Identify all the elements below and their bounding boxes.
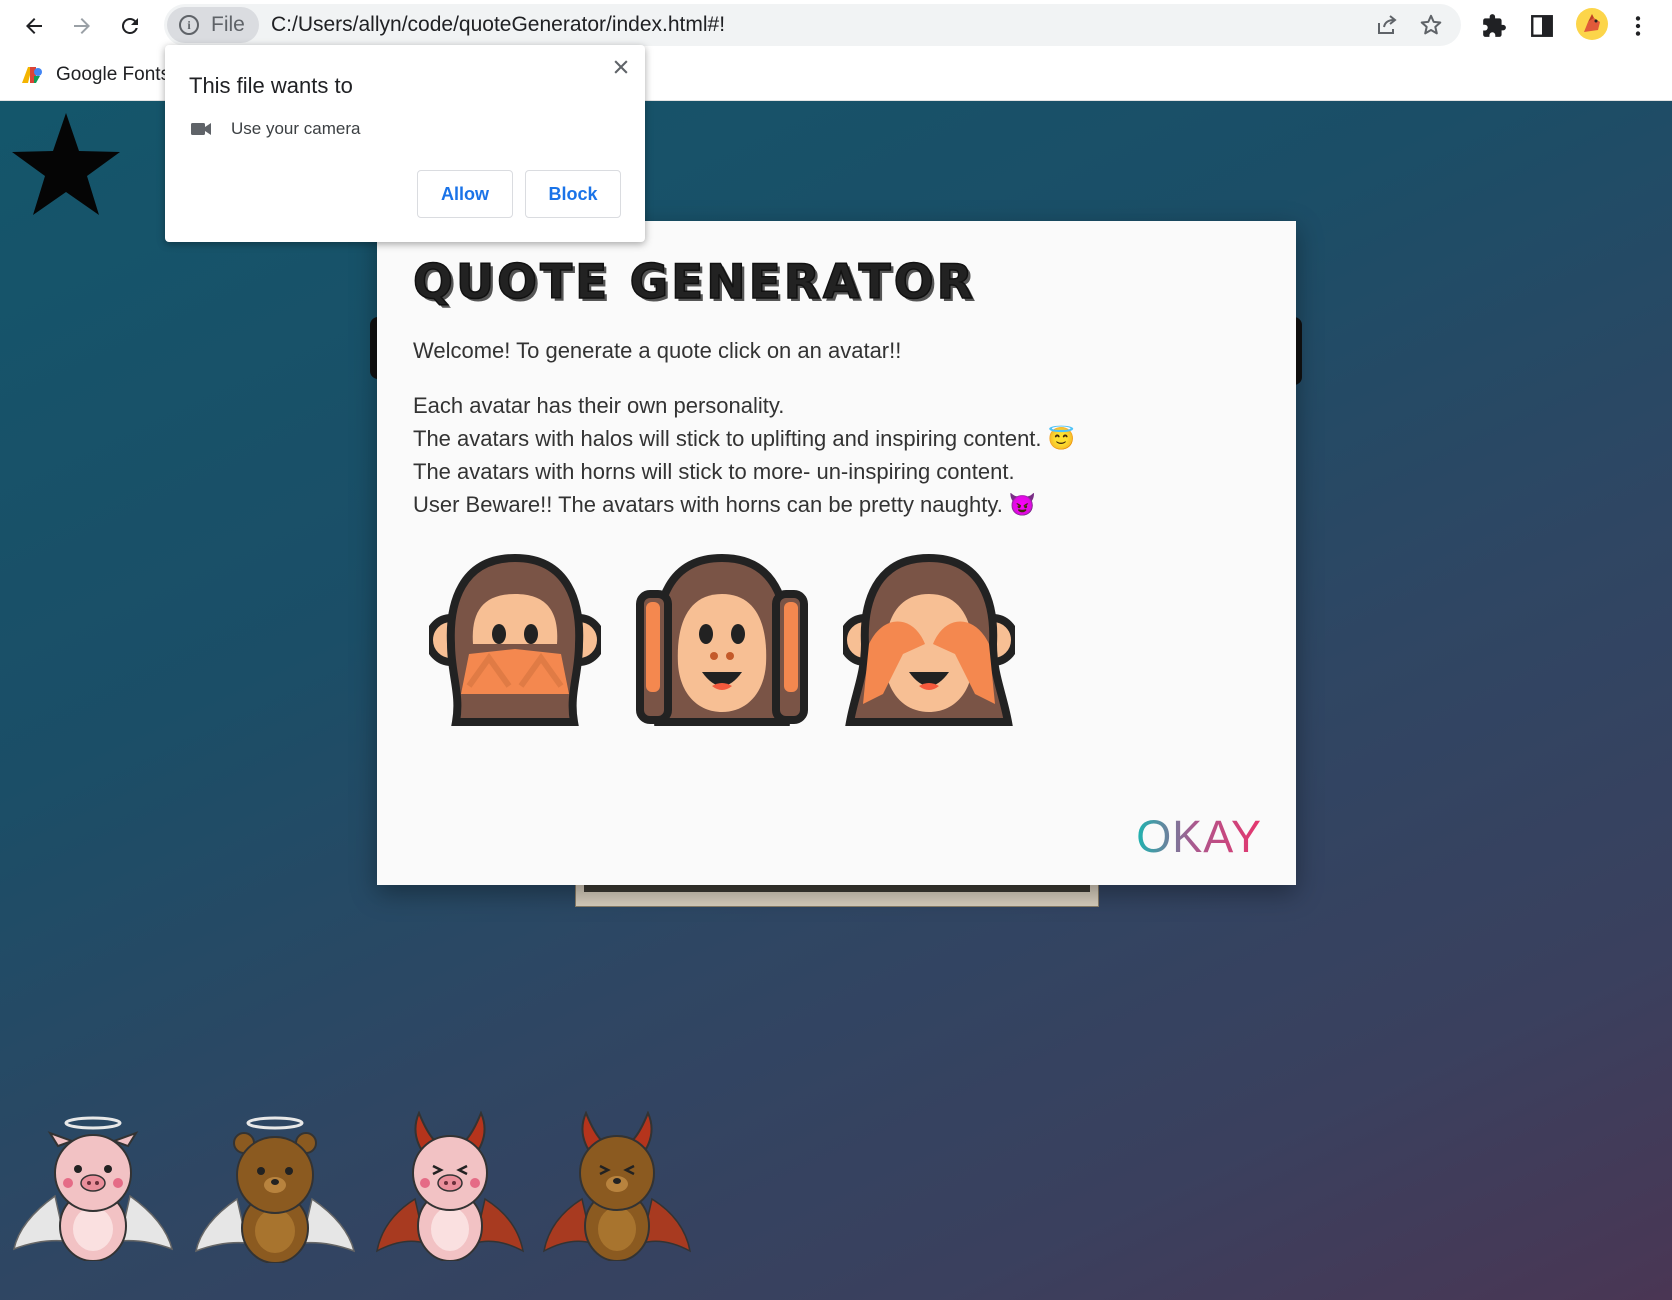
- extensions-button[interactable]: [1478, 10, 1510, 42]
- profile-avatar[interactable]: [1576, 8, 1608, 40]
- block-button[interactable]: Block: [525, 170, 621, 218]
- reload-icon: [121, 17, 138, 34]
- back-button[interactable]: [14, 6, 54, 46]
- bookmark-star-button[interactable]: [1418, 12, 1444, 38]
- permission-text: Use your camera: [231, 119, 361, 138]
- prompt-title: This file wants to: [189, 73, 353, 98]
- see-no-evil-monkey-icon: [843, 554, 1015, 726]
- favorite-star-icon[interactable]: [10, 111, 122, 217]
- rule-line: User Beware!! The avatars with horns can…: [413, 492, 1037, 517]
- speak-no-evil-monkey-icon: [429, 554, 601, 726]
- rule-line: The avatars with halos will stick to upl…: [413, 426, 1076, 451]
- welcome-modal: QUOTE GENERATOR Welcome! To generate a q…: [377, 221, 1296, 885]
- kebab-menu-icon: [1635, 16, 1641, 36]
- profile-avatar-icon: [1584, 14, 1600, 32]
- allow-button[interactable]: Allow: [417, 170, 513, 218]
- menu-button[interactable]: [1622, 10, 1654, 42]
- modal-title: QUOTE GENERATOR: [412, 254, 976, 311]
- side-panel-button[interactable]: [1526, 10, 1558, 42]
- arrow-left-icon: [26, 18, 42, 34]
- rule-line: The avatars with horns will stick to mor…: [413, 459, 1015, 484]
- devil-bear-avatar[interactable]: [542, 1111, 692, 1261]
- bookmark-google-fonts[interactable]: Google Fonts: [20, 60, 170, 90]
- google-fonts-icon: [20, 63, 44, 87]
- reload-button[interactable]: [110, 6, 150, 46]
- forward-button[interactable]: [62, 6, 102, 46]
- camera-permission-prompt: This file wants to Use your camera Allow…: [165, 45, 645, 242]
- monkey-emoji-row: [429, 554, 1015, 726]
- arrow-right-icon: [74, 18, 90, 34]
- info-icon: i: [179, 15, 199, 35]
- close-icon: [614, 60, 628, 74]
- welcome-text: Welcome! To generate a quote click on an…: [413, 338, 902, 363]
- site-chip-label: File: [211, 13, 245, 36]
- rule-line: Each avatar has their own personality.: [413, 393, 785, 418]
- rules-text: Each avatar has their own personality. T…: [413, 389, 1075, 521]
- angel-bear-avatar[interactable]: [192, 1111, 357, 1263]
- okay-button[interactable]: OKAY: [1136, 811, 1262, 863]
- site-info-chip[interactable]: i File: [167, 7, 259, 43]
- camera-icon: [191, 123, 211, 135]
- url-text[interactable]: C:/Users/allyn/code/quoteGenerator/index…: [271, 4, 725, 46]
- close-button[interactable]: [609, 55, 633, 79]
- avatar-row: [10, 1111, 710, 1271]
- address-bar[interactable]: i File C:/Users/allyn/code/quoteGenerato…: [164, 4, 1461, 46]
- share-icon: [1378, 15, 1397, 34]
- permission-row: Use your camera: [189, 117, 360, 141]
- share-button[interactable]: [1374, 12, 1400, 38]
- puzzle-icon: [1483, 14, 1506, 37]
- bookmark-label: Google Fonts: [56, 64, 171, 85]
- devil-pig-avatar[interactable]: [375, 1111, 525, 1261]
- star-outline-icon: [1420, 14, 1442, 35]
- side-panel-icon: [1531, 15, 1553, 37]
- angel-pig-avatar[interactable]: [10, 1111, 175, 1261]
- hear-no-evil-monkey-icon: [636, 554, 808, 726]
